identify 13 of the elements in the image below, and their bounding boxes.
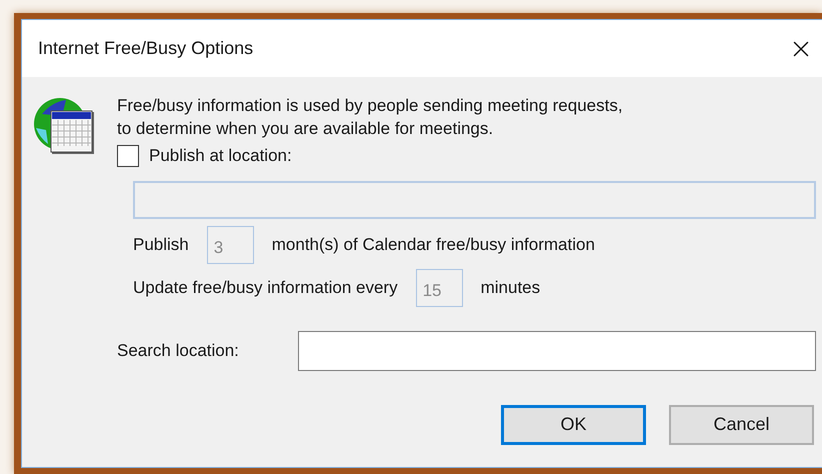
field-label: month(s) of Calendar free/busy information (272, 234, 595, 256)
field-label: Update free/busy information every (133, 276, 398, 299)
dialog-button[interactable]: OK (501, 404, 646, 444)
checkbox-label: Publish at location: (149, 145, 292, 167)
description-text: to determine when you are available for meetings. (117, 118, 494, 140)
description-text: Free/busy information is used by people sending meeting requests, (117, 95, 624, 117)
checkbox[interactable] (117, 144, 139, 167)
dialog-button[interactable]: Cancel (669, 404, 814, 444)
field-label: Search location: (117, 340, 240, 362)
field-label: Publish (133, 234, 189, 256)
field-label: minutes (480, 276, 540, 299)
window-title: Internet Free/Busy Options (38, 37, 254, 60)
search-location-field[interactable] (298, 330, 816, 370)
